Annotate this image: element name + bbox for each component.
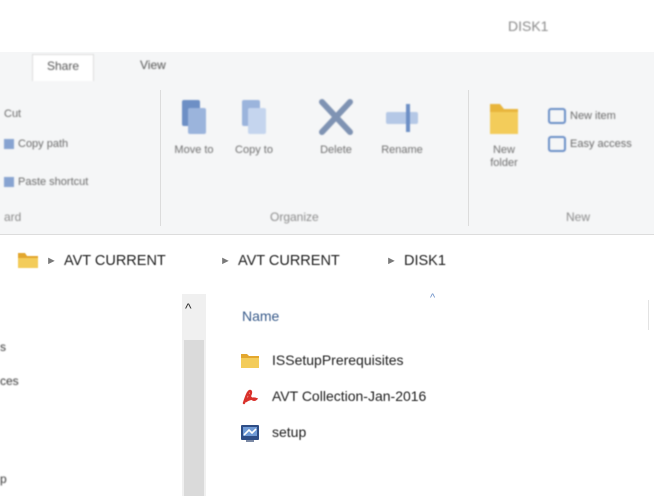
delete-label: Delete [320, 144, 352, 156]
ribbon-separator [160, 90, 161, 226]
new-item-button[interactable]: New item [548, 108, 616, 124]
ribbon: Cut Copy path Paste shortcut ard Move to… [0, 82, 654, 235]
folder-icon [240, 351, 260, 371]
scroll-up-icon[interactable]: ^ [185, 300, 192, 316]
title-bar: DISK1 [0, 0, 654, 52]
sort-ascending-icon: ^ [430, 292, 436, 304]
copy-to-button[interactable]: Copy to [232, 96, 276, 157]
file-name: setup [272, 424, 307, 440]
easy-access-label: Easy access [570, 137, 632, 150]
tab-view[interactable]: View [140, 58, 166, 72]
clipboard-group-label: ard [4, 210, 22, 224]
nav-scrollbar-thumb[interactable] [184, 340, 204, 496]
breadcrumb-item[interactable]: AVT CURRENT [64, 253, 166, 269]
easy-access-button[interactable]: Easy access [548, 136, 632, 152]
chevron-right-icon: ► [46, 255, 57, 267]
column-divider[interactable] [648, 300, 649, 330]
new-item-icon [548, 108, 566, 124]
nav-item-label[interactable]: ces [0, 374, 19, 388]
rename-icon [384, 96, 420, 138]
copy-path-button[interactable]: Copy path [4, 138, 68, 150]
navigation-pane [0, 294, 208, 496]
easy-access-icon [548, 136, 566, 152]
column-header-name[interactable]: Name [242, 308, 279, 324]
new-folder-icon [486, 96, 522, 138]
move-to-label: Move to [174, 144, 214, 156]
paste-shortcut-button[interactable]: Paste shortcut [4, 176, 88, 188]
cut-button[interactable]: Cut [4, 108, 21, 120]
nav-item-label[interactable]: p [0, 472, 7, 486]
nav-item-label[interactable]: s [0, 340, 6, 354]
new-item-label: New item [570, 109, 616, 122]
ribbon-tabs: Share View [0, 52, 654, 83]
rename-button[interactable]: Rename [380, 96, 424, 157]
pdf-icon [240, 387, 260, 407]
delete-icon [318, 96, 354, 138]
cut-label: Cut [4, 108, 22, 120]
breadcrumb-item[interactable]: AVT CURRENT [238, 253, 340, 269]
file-name: ISSetupPrerequisites [272, 352, 404, 368]
organize-group-label: Organize [270, 210, 319, 224]
ribbon-separator [468, 90, 469, 226]
breadcrumb-item[interactable]: DISK1 [404, 253, 446, 269]
paste-shortcut-icon [4, 177, 14, 188]
copy-to-label: Copy to [235, 144, 273, 156]
chevron-right-icon: ► [386, 255, 397, 267]
move-to-icon [176, 96, 212, 138]
paste-shortcut-label: Paste shortcut [18, 176, 89, 188]
copy-to-icon [236, 96, 272, 138]
copy-path-label: Copy path [18, 138, 69, 150]
move-to-button[interactable]: Move to [172, 96, 216, 157]
rename-label: Rename [381, 144, 423, 156]
new-group-label: New [566, 210, 591, 224]
window-title: DISK1 [508, 18, 549, 34]
setup-exe-icon [240, 423, 260, 443]
tab-share[interactable]: Share [32, 54, 95, 81]
folder-icon [16, 250, 40, 270]
new-folder-button[interactable]: New folder [482, 96, 526, 170]
chevron-right-icon: ► [220, 255, 231, 267]
file-name: AVT Collection-Jan-2016 [272, 388, 427, 404]
new-folder-label: New folder [490, 144, 518, 169]
delete-button[interactable]: Delete [314, 96, 358, 157]
copy-path-icon [4, 139, 14, 150]
